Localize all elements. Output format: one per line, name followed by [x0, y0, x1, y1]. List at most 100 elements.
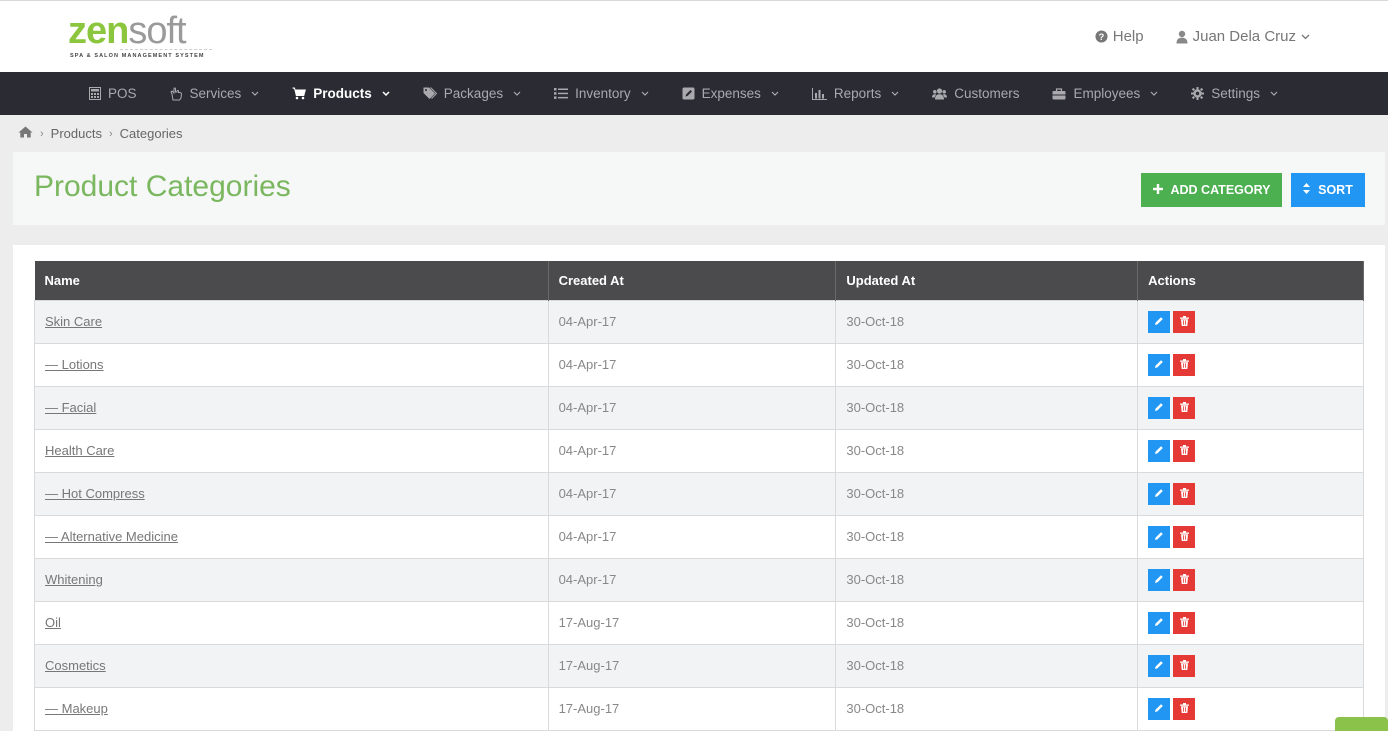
nav-item-reports[interactable]: Reports	[811, 86, 932, 101]
updated-cell: 30-Oct-18	[835, 385, 1139, 430]
name-cell: Cosmetics	[34, 643, 549, 688]
breadcrumb: › Products › Categories	[18, 126, 183, 141]
edit-button[interactable]	[1148, 353, 1171, 376]
delete-button[interactable]	[1173, 439, 1196, 462]
category-link[interactable]: Health Care	[45, 443, 114, 458]
column-header-actions: Actions	[1137, 261, 1364, 300]
category-link[interactable]: — Makeup	[45, 701, 108, 716]
edit-button[interactable]	[1148, 396, 1171, 419]
help-label: Help	[1112, 28, 1144, 45]
delete-button[interactable]	[1173, 353, 1196, 376]
updated-cell: 30-Oct-18	[835, 342, 1139, 387]
nav-item-customers[interactable]: Customers	[932, 86, 1052, 101]
delete-button[interactable]	[1173, 697, 1196, 720]
edit-button[interactable]	[1148, 310, 1171, 333]
category-link[interactable]: Cosmetics	[45, 658, 106, 673]
table-row: — Makeup 17-Aug-17 30-Oct-18	[34, 686, 1364, 731]
actions-cell	[1137, 514, 1364, 559]
category-link[interactable]: Oil	[45, 615, 61, 630]
updated-cell: 30-Oct-18	[835, 428, 1139, 473]
delete-button[interactable]	[1173, 525, 1196, 548]
delete-button[interactable]	[1173, 654, 1196, 677]
edit-square-icon	[682, 87, 695, 100]
edit-button[interactable]	[1148, 654, 1171, 677]
nav-label-pos: POS	[108, 86, 137, 101]
nav-list: POS Services Products Packages Inventory…	[89, 72, 1311, 115]
categories-table: Name Created At Updated At Actions Skin …	[34, 261, 1364, 731]
created-cell: 17-Aug-17	[547, 643, 837, 688]
created-cell: 17-Aug-17	[547, 600, 837, 645]
chevron-down-icon	[382, 91, 390, 96]
sort-button[interactable]: SORT	[1291, 173, 1365, 207]
category-link[interactable]: Whitening	[45, 572, 103, 587]
page-title: Product Categories	[34, 170, 291, 203]
created-cell: 04-Apr-17	[547, 514, 837, 559]
nav-item-inventory[interactable]: Inventory	[554, 86, 682, 101]
breadcrumb-categories: Categories	[119, 126, 183, 141]
actions-cell	[1137, 385, 1364, 430]
name-cell: — Makeup	[34, 686, 549, 731]
add-category-button[interactable]: ADD CATEGORY	[1141, 173, 1282, 207]
edit-button[interactable]	[1148, 611, 1171, 634]
nav-item-packages[interactable]: Packages	[423, 86, 554, 101]
table-row: — Facial 04-Apr-17 30-Oct-18	[34, 385, 1364, 430]
users-icon	[932, 87, 948, 100]
chevron-down-icon	[513, 91, 521, 96]
column-header-updated[interactable]: Updated At	[835, 261, 1139, 300]
nav-item-employees[interactable]: Employees	[1052, 86, 1191, 101]
home-icon[interactable]	[18, 126, 33, 141]
delete-button[interactable]	[1173, 396, 1196, 419]
nav-item-pos[interactable]: POS	[89, 86, 170, 101]
name-cell: Skin Care	[34, 299, 549, 344]
edit-button[interactable]	[1148, 439, 1171, 462]
created-cell: 04-Apr-17	[547, 385, 837, 430]
content-panel: Name Created At Updated At Actions Skin …	[13, 245, 1385, 731]
logo-divider	[120, 49, 212, 50]
name-cell: — Lotions	[34, 342, 549, 387]
delete-button[interactable]	[1173, 482, 1196, 505]
trash-icon	[1179, 314, 1189, 329]
chevron-down-icon	[891, 91, 899, 96]
tags-icon	[423, 87, 437, 100]
pencil-icon	[1154, 615, 1164, 630]
user-menu[interactable]: Juan Dela Cruz	[1176, 28, 1310, 45]
pencil-icon	[1154, 486, 1164, 501]
category-link[interactable]: — Lotions	[45, 357, 104, 372]
zensoft-logo[interactable]: zensoft SPA & SALON MANAGEMENT SYSTEM	[68, 11, 218, 63]
actions-cell	[1137, 342, 1364, 387]
nav-item-expenses[interactable]: Expenses	[682, 86, 812, 101]
edit-button[interactable]	[1148, 482, 1171, 505]
top-header: zensoft SPA & SALON MANAGEMENT SYSTEM ? …	[0, 0, 1388, 72]
breadcrumb-products[interactable]: Products	[51, 126, 102, 141]
name-cell: Whitening	[34, 557, 549, 602]
edit-button[interactable]	[1148, 568, 1171, 591]
name-cell: — Alternative Medicine	[34, 514, 549, 559]
delete-button[interactable]	[1173, 310, 1196, 333]
nav-item-settings[interactable]: Settings	[1191, 86, 1311, 101]
help-link[interactable]: ? Help	[1095, 28, 1144, 45]
category-link[interactable]: Skin Care	[45, 314, 102, 329]
pencil-icon	[1154, 701, 1164, 716]
logo-tagline: SPA & SALON MANAGEMENT SYSTEM	[70, 53, 205, 59]
edit-button[interactable]	[1148, 697, 1171, 720]
main-navbar: POS Services Products Packages Inventory…	[0, 72, 1388, 115]
chat-widget-tab[interactable]	[1335, 717, 1388, 731]
briefcase-icon	[1052, 87, 1066, 100]
category-link[interactable]: — Alternative Medicine	[45, 529, 178, 544]
created-cell: 04-Apr-17	[547, 299, 837, 344]
column-header-created[interactable]: Created At	[548, 261, 837, 300]
category-link[interactable]: — Facial	[45, 400, 96, 415]
delete-button[interactable]	[1173, 611, 1196, 634]
column-header-name[interactable]: Name	[34, 261, 549, 300]
nav-item-products[interactable]: Products	[292, 86, 423, 101]
name-cell: — Facial	[34, 385, 549, 430]
chevron-right-icon: ›	[40, 127, 44, 140]
category-link[interactable]: — Hot Compress	[45, 486, 145, 501]
actions-cell	[1137, 686, 1364, 731]
pencil-icon	[1154, 658, 1164, 673]
page-header: Product Categories ADD CATEGORY SORT	[13, 152, 1385, 225]
nav-item-services[interactable]: Services	[169, 86, 293, 101]
delete-button[interactable]	[1173, 568, 1196, 591]
updated-cell: 30-Oct-18	[835, 299, 1139, 344]
edit-button[interactable]	[1148, 525, 1171, 548]
